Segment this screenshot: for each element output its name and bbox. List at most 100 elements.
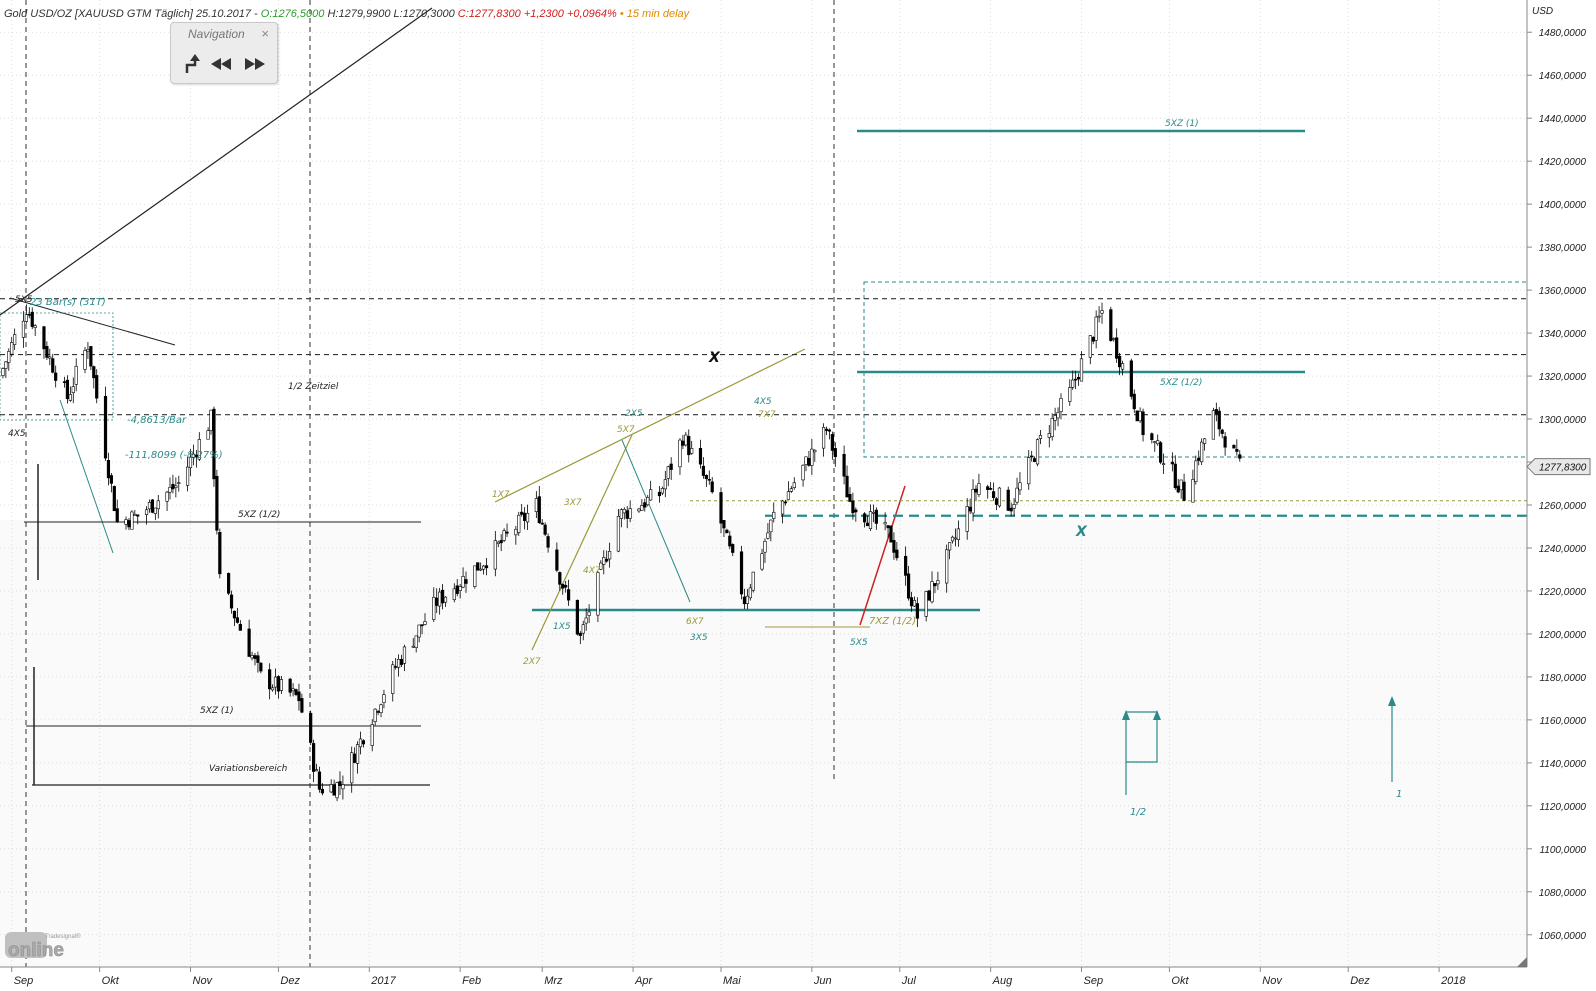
candle-down [376, 711, 380, 713]
candle-up [1153, 441, 1157, 443]
jump-to-latest-button[interactable] [179, 53, 207, 75]
candle-up [7, 351, 11, 363]
candle-up [397, 659, 401, 668]
x-tick-label: Apr [634, 975, 653, 987]
candle-down [669, 463, 673, 470]
candle-up [587, 611, 591, 616]
candle-up [423, 621, 427, 625]
label-3x5: 3X5 [690, 633, 708, 643]
candle-up [602, 557, 606, 565]
candle-down [1217, 410, 1221, 430]
y-tick-labels: 1060,0000 1080,0000 1100,0000 1120,0000 1140… [1527, 28, 1586, 942]
candle-down [701, 465, 706, 476]
x-tick-label: Mrz [544, 975, 563, 987]
candle-up [1094, 316, 1098, 341]
label-x-black: X [708, 350, 721, 366]
candle-down [865, 522, 870, 527]
candle-down [710, 481, 714, 493]
candle-down [332, 784, 336, 796]
candle-up [517, 514, 521, 533]
candle-up [382, 694, 386, 704]
close-icon[interactable]: × [261, 26, 269, 41]
candle-down [1109, 309, 1113, 341]
candle-up [637, 508, 641, 512]
candle-down [1170, 461, 1174, 465]
candle-down [909, 597, 914, 607]
y-tick-label: 1460,0000 [1539, 71, 1587, 82]
candle-down [136, 514, 140, 517]
candle-up [291, 688, 295, 692]
candle-up [646, 497, 650, 506]
candle-up [1112, 338, 1116, 340]
candle-down [320, 788, 324, 794]
x-tick-label: Sep [14, 975, 34, 987]
candle-down [1141, 411, 1145, 435]
navigation-panel[interactable]: Navigation × [170, 22, 278, 84]
candle-up [622, 509, 626, 514]
x-tick-label: Mai [723, 975, 741, 987]
candle-up [1138, 410, 1142, 422]
candle-up [640, 505, 644, 511]
candle-down [915, 603, 919, 619]
candle-down [297, 691, 301, 702]
price-chart[interactable]: 5X5 4X5 23 Bar(s) (31T) -4,8613/Bar -111… [0, 0, 1596, 991]
candle-down [1182, 481, 1186, 501]
candle-down [742, 596, 747, 605]
candle-down [564, 585, 568, 588]
x-tick-label: Dez [1350, 975, 1370, 987]
x-tick-label: Jun [813, 975, 832, 987]
candle-down [1074, 378, 1078, 381]
candle-down [830, 434, 834, 451]
candle-up [373, 708, 377, 722]
label-5x5-mid: 5X5 [850, 638, 868, 648]
label-x-teal: X [1075, 524, 1088, 540]
x-tick-label: Nov [1262, 975, 1283, 987]
candle-up [358, 738, 363, 748]
candle-down [42, 326, 46, 350]
candle-down [889, 525, 893, 543]
candle-up [83, 350, 87, 370]
candle-up [350, 752, 354, 784]
candle-down [546, 536, 550, 548]
candle-up [1053, 415, 1057, 421]
candle-up [1068, 387, 1072, 402]
candle-down [895, 549, 899, 559]
candle-up [514, 528, 518, 536]
candle-up [912, 600, 917, 607]
label-1x7: 1X7 [492, 490, 510, 500]
candle-up [479, 568, 483, 571]
candle-down [643, 502, 647, 508]
candle-up [13, 334, 17, 345]
candle-up [684, 434, 688, 446]
candle-up [780, 500, 785, 515]
scroll-forward-button[interactable] [241, 53, 269, 75]
candle-down [435, 597, 439, 606]
scroll-back-button[interactable] [209, 53, 237, 75]
candle-down [566, 589, 571, 601]
candle-down [537, 496, 541, 524]
candle-down [112, 486, 116, 512]
high-value: H:1279,9900 [327, 8, 391, 20]
candle-down [1238, 454, 1242, 459]
candle-up [165, 491, 169, 502]
candle-down [854, 509, 858, 513]
candle-up [619, 509, 623, 519]
candle-up [1038, 435, 1043, 439]
candle-down [212, 408, 216, 480]
candle-up [86, 349, 90, 352]
label-5xz-half-left: 5XZ (1/2) [238, 510, 280, 520]
candle-down [904, 555, 908, 576]
x-tick-label: 2018 [1440, 975, 1466, 987]
label-2x5: 2X5 [625, 409, 643, 419]
candle-down [1197, 457, 1201, 461]
candle-down [399, 659, 404, 665]
x-tick-label: Nov [193, 975, 214, 987]
candle-down [317, 771, 322, 790]
candle-up [628, 508, 632, 519]
candle-up [1018, 482, 1022, 491]
candle-up [868, 511, 873, 530]
candle-up [1012, 504, 1016, 509]
candle-up [1079, 358, 1084, 382]
label-1x5: 1X5 [553, 622, 571, 632]
candle-up [1156, 440, 1160, 445]
